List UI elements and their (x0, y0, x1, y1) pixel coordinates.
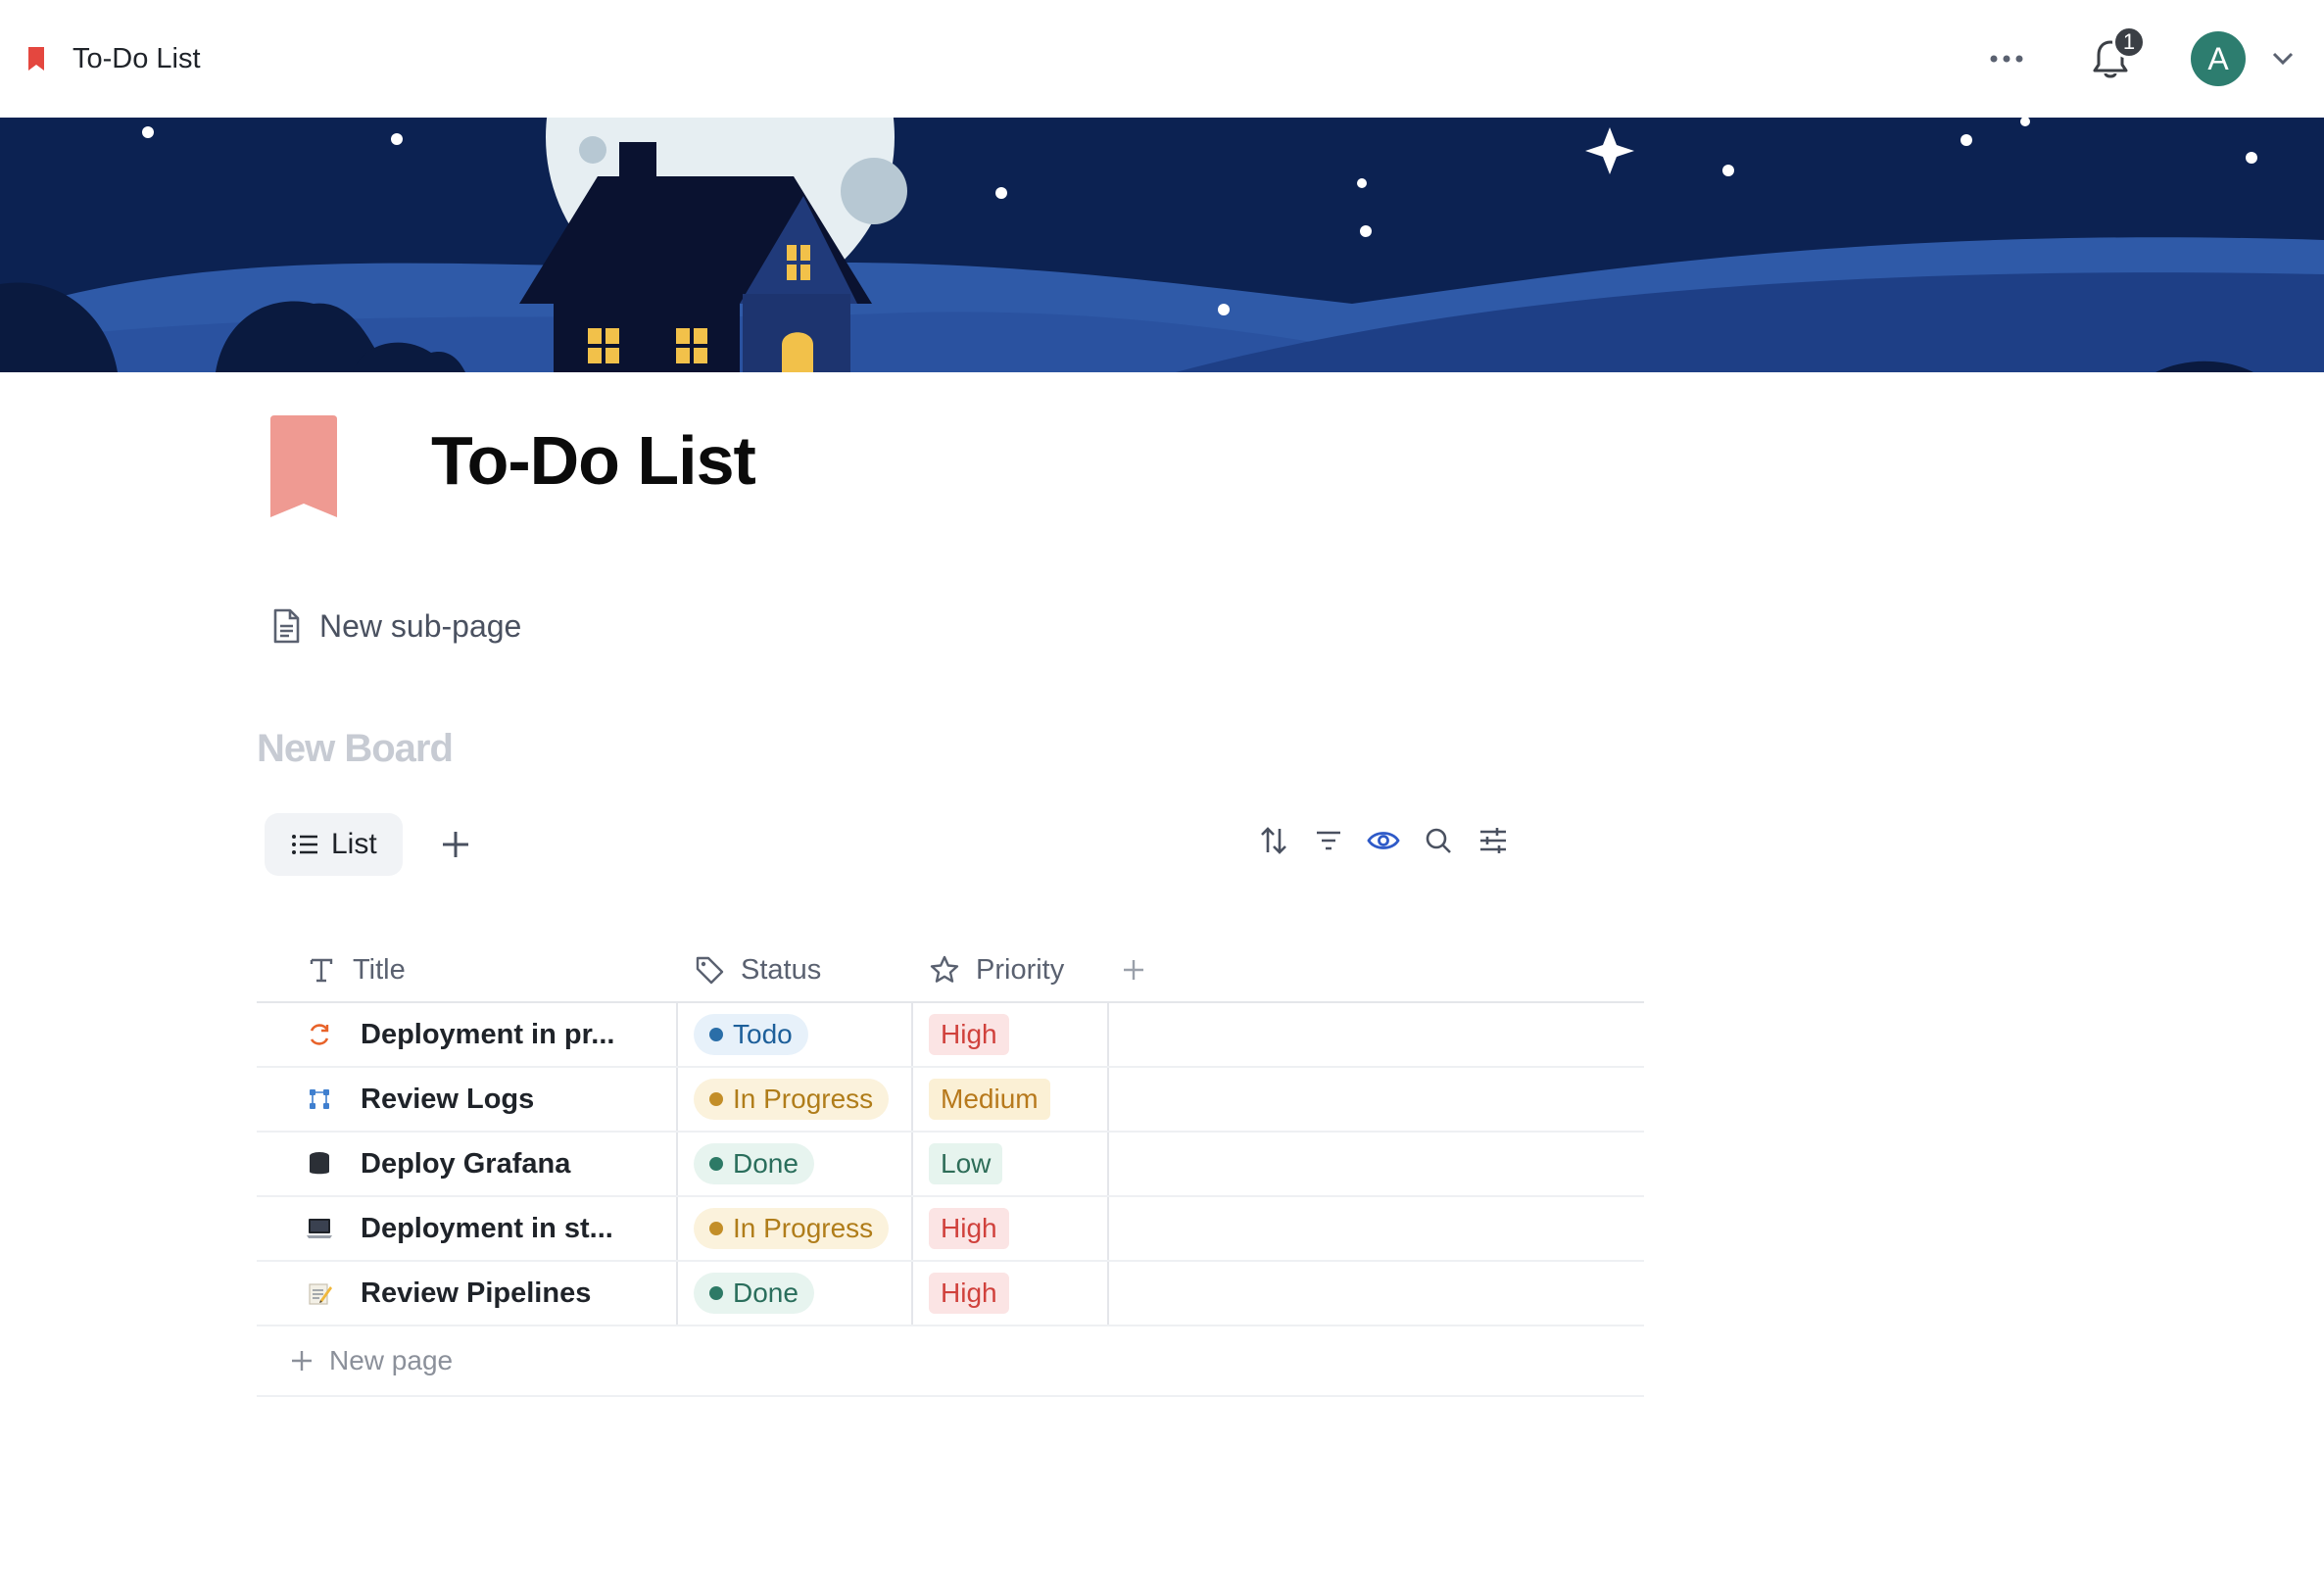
new-page-button[interactable]: New page (257, 1326, 1644, 1397)
more-options-button[interactable] (1979, 31, 2034, 86)
title-cell[interactable]: Review Logs (257, 1068, 678, 1131)
column-header-title[interactable]: Title (257, 939, 678, 1001)
star-icon (930, 955, 959, 983)
table-row[interactable]: Deployment in pr... Todo High (257, 1003, 1644, 1068)
row-title: Deploy Grafana (361, 1147, 571, 1180)
board-toolbar (1254, 821, 1528, 860)
tab-list[interactable]: List (265, 813, 403, 876)
priority-badge: High (929, 1273, 1009, 1314)
plus-icon (292, 1351, 312, 1371)
row-title: Deployment in pr... (361, 1018, 615, 1050)
status-cell[interactable]: In Progress (678, 1197, 913, 1260)
search-icon (1426, 828, 1451, 853)
more-icon (1990, 55, 2023, 63)
column-title-label: Title (353, 953, 406, 986)
notification-badge: 1 (2112, 25, 2146, 59)
sort-icon (1261, 827, 1286, 854)
visibility-button[interactable] (1364, 821, 1403, 860)
table-row[interactable]: Review Pipelines Done High (257, 1262, 1644, 1326)
new-page-label: New page (329, 1345, 454, 1375)
column-header-priority[interactable]: Priority (913, 939, 1109, 1001)
search-button[interactable] (1419, 821, 1458, 860)
priority-cell[interactable]: Medium (913, 1068, 1109, 1131)
status-cell[interactable]: Done (678, 1133, 913, 1195)
table-row[interactable]: Deploy Grafana Done Low (257, 1133, 1644, 1197)
status-badge: Todo (694, 1014, 808, 1055)
priority-badge: Low (929, 1143, 1003, 1184)
status-cell[interactable]: Done (678, 1262, 913, 1325)
board-title[interactable]: New Board (257, 727, 454, 771)
settings-button[interactable] (1474, 821, 1513, 860)
priority-cell[interactable]: Low (913, 1133, 1109, 1195)
table-header: Title Status Priority (257, 939, 1644, 1003)
table-row[interactable]: Deployment in st... In Progress High (257, 1197, 1644, 1262)
title-cell[interactable]: Deployment in pr... (257, 1003, 678, 1066)
add-view-button[interactable] (430, 819, 481, 870)
memo-icon (306, 1279, 333, 1307)
row-title: Review Pipelines (361, 1277, 592, 1309)
bookmark-icon (28, 47, 44, 71)
priority-cell[interactable]: High (913, 1003, 1109, 1066)
account-menu-button[interactable] (2269, 45, 2297, 72)
filter-button[interactable] (1309, 821, 1348, 860)
cover-image (0, 118, 2324, 372)
text-icon (310, 958, 333, 983)
priority-cell[interactable]: High (913, 1197, 1109, 1260)
column-status-label: Status (741, 953, 822, 986)
top-bar: To-Do List 1 A (0, 0, 2324, 118)
title-cell[interactable]: Review Pipelines (257, 1262, 678, 1325)
column-header-status[interactable]: Status (678, 939, 913, 1001)
title-cell[interactable]: Deploy Grafana (257, 1133, 678, 1195)
new-subpage-label: New sub-page (319, 607, 522, 644)
chevron-down-icon (2272, 52, 2294, 66)
plus-icon (442, 832, 468, 857)
breadcrumb-title[interactable]: To-Do List (73, 43, 201, 75)
database-icon (306, 1150, 333, 1178)
sliders-icon (1480, 828, 1506, 853)
view-tabs: List (265, 813, 481, 876)
laptop-icon (306, 1215, 333, 1242)
priority-badge: High (929, 1014, 1009, 1055)
list-icon (292, 835, 317, 854)
notifications-button[interactable]: 1 (2083, 25, 2146, 86)
column-priority-label: Priority (976, 953, 1065, 986)
plus-icon (1124, 960, 1143, 980)
document-icon (273, 608, 300, 644)
filter-icon (1317, 831, 1340, 850)
title-cell[interactable]: Deployment in st... (257, 1197, 678, 1260)
tab-list-label: List (331, 828, 377, 860)
page-title[interactable]: To-Do List (431, 421, 756, 500)
status-badge: Done (694, 1273, 814, 1314)
priority-cell[interactable]: High (913, 1262, 1109, 1325)
new-subpage-button[interactable]: New sub-page (266, 602, 521, 651)
table-row[interactable]: Review Logs In Progress Medium (257, 1068, 1644, 1133)
eye-icon (1367, 832, 1400, 849)
board-table: Title Status Priority Deployment in pr..… (257, 939, 1644, 1397)
tag-icon (696, 956, 724, 985)
add-column-button[interactable] (1109, 939, 1187, 1001)
status-badge: Done (694, 1143, 814, 1184)
status-cell[interactable]: Todo (678, 1003, 913, 1066)
avatar[interactable]: A (2191, 31, 2246, 86)
row-title: Review Logs (361, 1083, 535, 1115)
refresh-icon (306, 1021, 333, 1048)
priority-badge: Medium (929, 1079, 1050, 1120)
sort-button[interactable] (1254, 821, 1293, 860)
night-house-illustration (0, 118, 2324, 372)
row-title: Deployment in st... (361, 1212, 613, 1244)
status-badge: In Progress (694, 1208, 890, 1249)
nodes-icon (306, 1085, 333, 1113)
status-cell[interactable]: In Progress (678, 1068, 913, 1131)
priority-badge: High (929, 1208, 1009, 1249)
status-badge: In Progress (694, 1079, 890, 1120)
bookmark-icon[interactable] (266, 415, 341, 517)
